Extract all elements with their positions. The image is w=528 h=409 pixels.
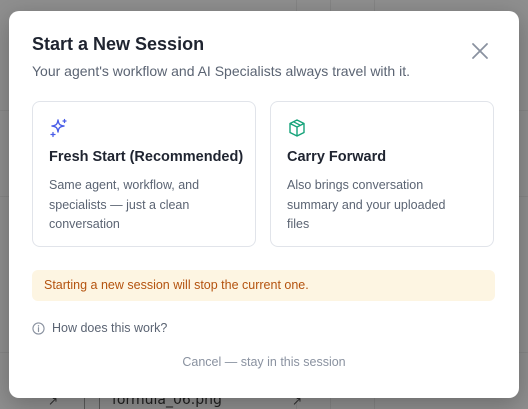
option-title: Fresh Start (Recommended): [49, 149, 244, 165]
option-description: Also brings conversation summary and you…: [287, 178, 446, 231]
cancel-link[interactable]: Cancel — stay in this session: [9, 355, 519, 369]
help-link-label: How does this work?: [52, 321, 168, 335]
warning-banner: Starting a new session will stop the cur…: [32, 270, 495, 301]
new-session-dialog: Start a New Session Your agent's workflo…: [9, 11, 519, 398]
close-icon: [472, 43, 488, 59]
option-carry-forward[interactable]: Carry Forward Also brings conversation s…: [270, 101, 494, 247]
option-description: Same agent, workflow, and specialists — …: [49, 178, 200, 231]
dialog-title: Start a New Session: [32, 34, 205, 54]
info-icon: [32, 321, 45, 335]
help-link[interactable]: How does this work?: [32, 319, 167, 337]
sparkles-icon: [50, 118, 67, 138]
option-title: Carry Forward: [287, 149, 387, 165]
package-icon: [289, 119, 305, 137]
dialog-subtitle: Your agent's workflow and AI Specialists…: [32, 63, 410, 79]
option-fresh-start[interactable]: Fresh Start (Recommended) Same agent, wo…: [32, 101, 256, 247]
close-button[interactable]: [469, 40, 491, 62]
